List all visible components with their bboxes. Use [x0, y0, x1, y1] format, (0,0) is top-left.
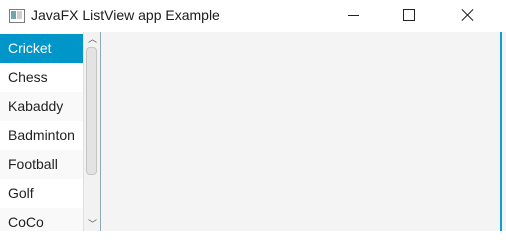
list-item[interactable]: Kabaddy — [0, 92, 83, 121]
window-right-accent — [500, 32, 502, 231]
list-items: Cricket Chess Kabaddy Badminton Football… — [0, 34, 83, 231]
title-bar[interactable]: JavaFX ListView app Example — [0, 0, 506, 32]
list-item[interactable]: Cricket — [0, 34, 83, 63]
sports-listview[interactable]: Cricket Chess Kabaddy Badminton Football… — [0, 32, 101, 231]
app-icon — [9, 9, 25, 23]
list-item[interactable]: Golf — [0, 179, 83, 208]
scrollbar-thumb[interactable] — [86, 47, 97, 175]
list-item[interactable]: Football — [0, 150, 83, 179]
list-item[interactable]: Chess — [0, 63, 83, 92]
minimize-icon — [348, 15, 359, 16]
scroll-down-icon[interactable]: ﹀ — [88, 220, 97, 229]
vertical-scrollbar[interactable]: ︿ ﹀ — [83, 32, 100, 231]
javafx-window: JavaFX ListView app Example Cricket Ches… — [0, 0, 506, 231]
maximize-button[interactable] — [386, 0, 432, 32]
close-button[interactable] — [444, 0, 490, 32]
window-title: JavaFX ListView app Example — [31, 7, 220, 23]
list-item[interactable]: Badminton — [0, 121, 83, 150]
scroll-up-icon[interactable]: ︿ — [88, 35, 97, 44]
list-item[interactable]: CoCo — [0, 208, 83, 231]
close-icon — [461, 8, 475, 22]
minimize-button[interactable] — [330, 0, 376, 32]
content-area: Cricket Chess Kabaddy Badminton Football… — [0, 32, 506, 231]
maximize-icon — [403, 9, 415, 21]
